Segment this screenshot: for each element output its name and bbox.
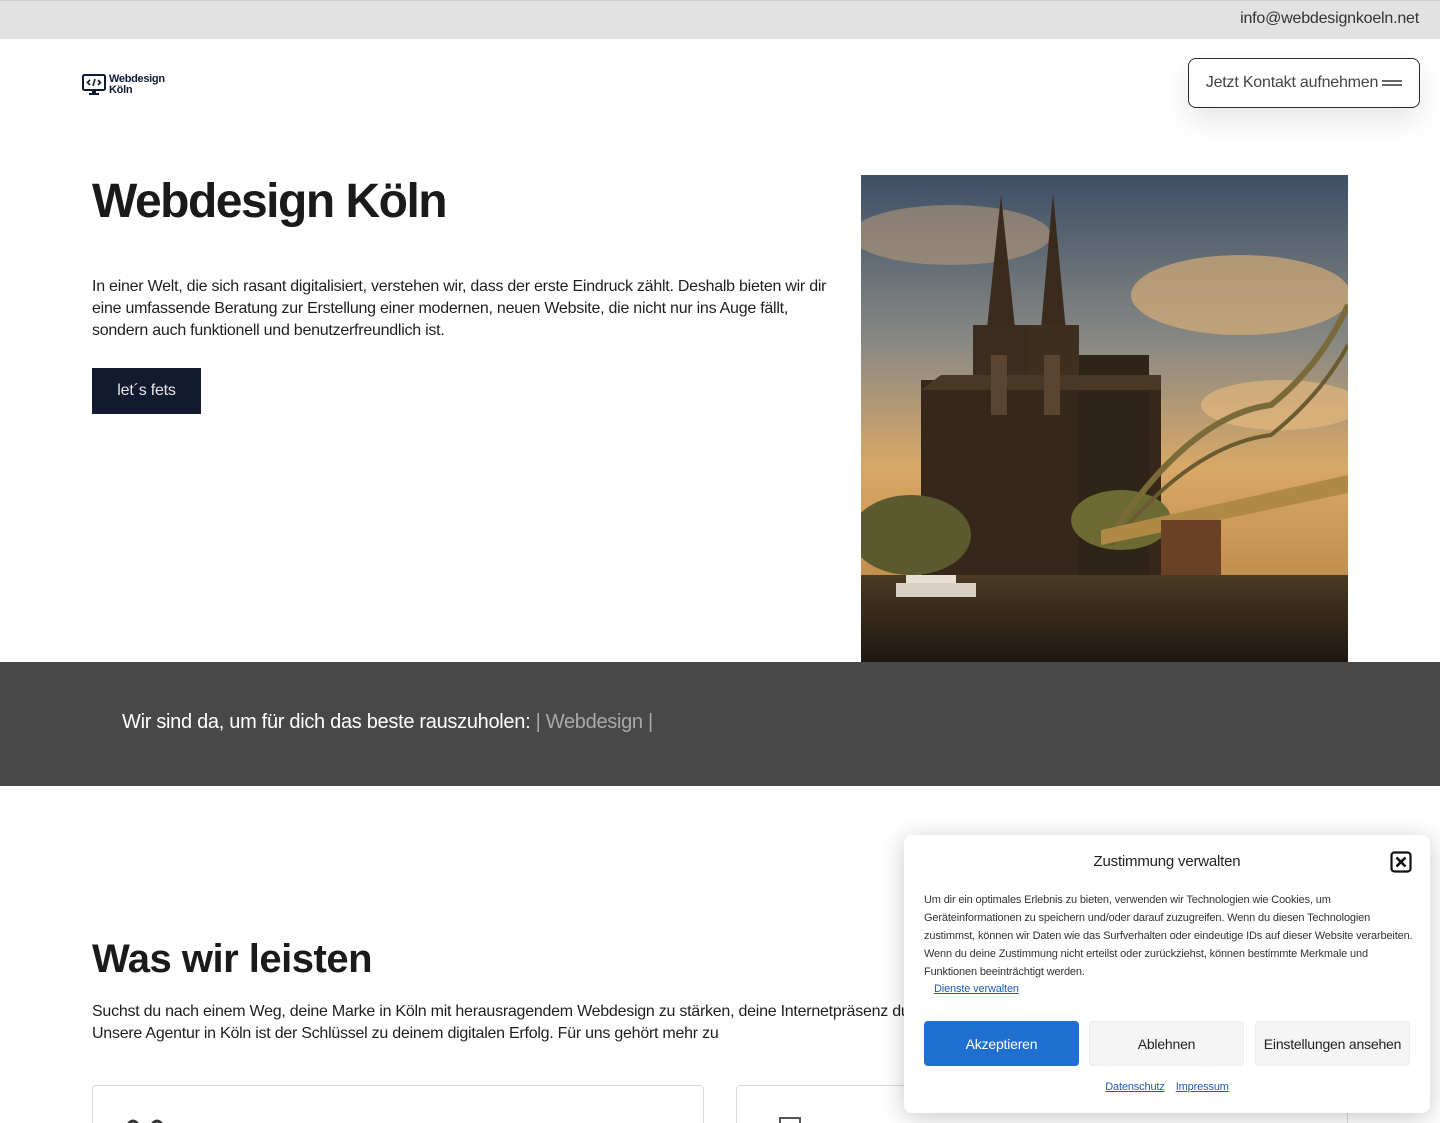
accept-button[interactable]: Akzeptieren bbox=[924, 1021, 1079, 1066]
top-bar: info@webdesignkoeln.net bbox=[0, 0, 1440, 39]
hero-cta-button[interactable]: let´s fets bbox=[92, 368, 201, 414]
tagline-highlight: | Webdesign | bbox=[535, 711, 654, 733]
tagline-text: Wir sind da, um für dich das beste rausz… bbox=[122, 711, 653, 734]
logo-line-2: Köln bbox=[109, 84, 133, 96]
deny-button[interactable]: Ablehnen bbox=[1089, 1021, 1244, 1066]
logo-text: Webdesign Köln bbox=[109, 74, 165, 96]
manage-services-link[interactable]: Dienste verwalten bbox=[934, 983, 1019, 995]
monitor-code-icon bbox=[82, 74, 106, 95]
consent-footer-links: Datenschutz Impressum bbox=[904, 1081, 1430, 1093]
consent-text: Um dir ein optimales Erlebnis zu bieten,… bbox=[924, 894, 1413, 978]
consent-title: Zustimmung verwalten bbox=[1093, 853, 1241, 870]
hero-image-cologne-cathedral bbox=[861, 175, 1348, 662]
contact-menu-label: Jetzt Kontakt aufnehmen bbox=[1205, 74, 1379, 91]
page-title: Webdesign Köln bbox=[92, 175, 448, 228]
view-settings-button[interactable]: Einstellungen ansehen bbox=[1255, 1021, 1410, 1066]
menu-icon bbox=[1382, 78, 1403, 88]
tagline-lead: Wir sind da, um für dich das beste rausz… bbox=[122, 711, 531, 733]
site-logo[interactable]: Webdesign Köln bbox=[82, 72, 166, 98]
contact-menu-button[interactable]: Jetzt Kontakt aufnehmen bbox=[1188, 58, 1420, 108]
service-icon bbox=[779, 1117, 801, 1123]
service-card bbox=[92, 1085, 704, 1123]
hero-description: In einer Welt, die sich rasant digitalis… bbox=[92, 278, 827, 339]
privacy-link[interactable]: Datenschutz bbox=[1105, 1081, 1165, 1093]
tagline-band: Wir sind da, um für dich das beste rausz… bbox=[0, 662, 1440, 786]
contact-email-link[interactable]: info@webdesignkoeln.net bbox=[1240, 10, 1419, 28]
close-icon[interactable] bbox=[1390, 851, 1412, 873]
service-icon bbox=[127, 1119, 163, 1123]
cookie-consent-dialog: Zustimmung verwalten Um dir ein optimale… bbox=[904, 835, 1430, 1113]
services-title: Was wir leisten bbox=[92, 937, 373, 981]
imprint-link[interactable]: Impressum bbox=[1176, 1081, 1229, 1093]
